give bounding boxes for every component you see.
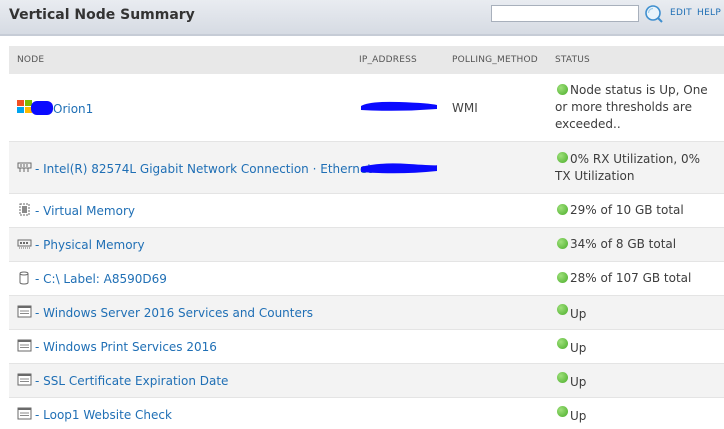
status-text: Up [570, 307, 587, 321]
application-link[interactable]: - Windows Print Services 2016 [35, 340, 217, 354]
application-link[interactable]: - Loop1 Website Check [35, 408, 172, 422]
status-text: Up [570, 409, 587, 423]
table-row: - Windows Print Services 2016 Up [9, 330, 724, 364]
ip-address-redacted [361, 101, 437, 111]
virtual-memory-icon [19, 203, 30, 216]
table-row: - Physical Memory 34% of 8 GB total [9, 228, 724, 262]
table-row: - Intel(R) 82574L Gigabit Network Connec… [9, 142, 724, 194]
status-text: Up [570, 375, 587, 389]
edit-link[interactable]: EDIT [670, 8, 692, 18]
widget-header: Vertical Node Summary EDIT HELP [0, 0, 724, 36]
search-icon[interactable] [644, 4, 664, 24]
polling-method: WMI [452, 101, 478, 115]
application-link[interactable]: - SSL Certificate Expiration Date [35, 374, 228, 388]
column-header-node[interactable]: NODE [17, 55, 44, 65]
table-row: - Loop1 Website Check Up [9, 398, 724, 429]
physical-memory-link[interactable]: - Physical Memory [35, 238, 145, 252]
interface-link[interactable]: - Intel(R) 82574L Gigabit Network Connec… [35, 162, 372, 176]
application-link[interactable]: - Windows Server 2016 Services and Count… [35, 306, 313, 320]
status-text: 29% of 10 GB total [570, 203, 684, 217]
disk-link[interactable]: - C:\ Label: A8590D69 [35, 272, 167, 286]
table-header: NODE IP_ADDRESS POLLING_METHOD STATUS [9, 46, 724, 74]
column-header-status[interactable]: STATUS [555, 55, 590, 65]
application-icon [17, 339, 32, 352]
node-link[interactable]: Orion1 [53, 102, 93, 116]
table-row: - Windows Server 2016 Services and Count… [9, 296, 724, 330]
virtual-memory-link[interactable]: - Virtual Memory [35, 204, 135, 218]
network-interface-icon [17, 162, 32, 172]
help-link[interactable]: HELP [697, 8, 721, 18]
disk-icon [19, 271, 29, 285]
status-text: 34% of 8 GB total [570, 237, 677, 251]
redaction-mark [31, 101, 53, 115]
column-header-polling-method[interactable]: POLLING_METHOD [452, 55, 538, 65]
table-row: - C:\ Label: A8590D69 28% of 107 GB tota… [9, 262, 724, 296]
status-text: Up [570, 341, 587, 355]
application-icon [17, 407, 32, 420]
ip-address-redacted [361, 163, 438, 174]
widget-title: Vertical Node Summary [9, 7, 195, 23]
table-row: Orion1 WMI Node status is Up, One or mor… [9, 74, 724, 142]
physical-memory-icon [17, 239, 32, 249]
search-input[interactable] [491, 5, 639, 22]
status-text: 28% of 107 GB total [570, 271, 692, 285]
application-icon [17, 305, 32, 318]
status-text: Node status is Up, One or more threshold… [555, 83, 708, 131]
status-text: 0% RX Utilization, 0% TX Utilization [555, 152, 701, 183]
column-header-ip-address[interactable]: IP_ADDRESS [359, 55, 417, 65]
table-row: - SSL Certificate Expiration Date Up [9, 364, 724, 398]
table-row: - Virtual Memory 29% of 10 GB total [9, 194, 724, 228]
application-icon [17, 373, 32, 386]
